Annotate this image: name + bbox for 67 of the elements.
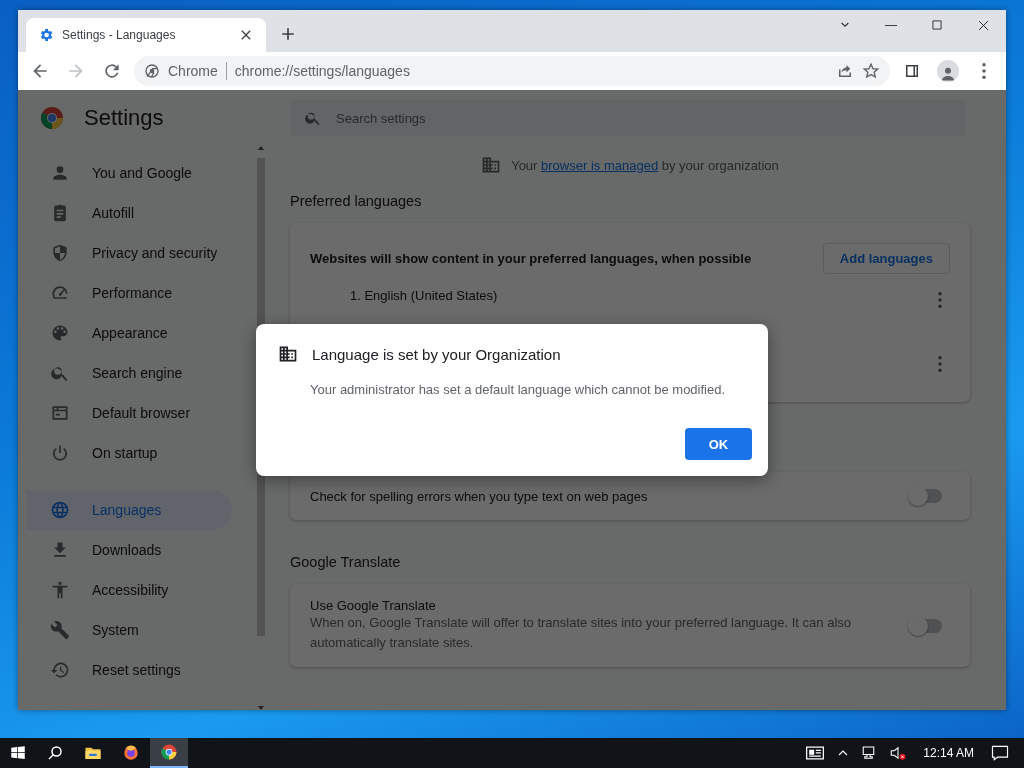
translate-title: Use Google Translate — [310, 598, 437, 613]
chrome-logo-icon — [40, 106, 64, 130]
language-item: 1. English (United States) — [350, 288, 498, 303]
shield-icon — [50, 243, 70, 263]
reload-icon — [102, 61, 122, 81]
more-vert-icon[interactable] — [982, 63, 986, 79]
managed-link[interactable]: browser is managed — [541, 157, 659, 173]
add-languages-button[interactable]: Add languages — [822, 243, 950, 274]
chrome-label: Chrome — [168, 63, 218, 79]
history-icon — [50, 660, 70, 680]
sidebar-item[interactable]: Default browser — [26, 393, 232, 433]
avatar-icon[interactable] — [937, 60, 959, 82]
search-field[interactable]: Search settings — [290, 100, 966, 136]
sidebar-item[interactable]: Accessibility — [26, 570, 232, 610]
scroll-up-arrow-icon[interactable] — [258, 146, 264, 150]
url-text: chrome://settings/languages — [234, 63, 411, 79]
sidebar-item[interactable]: Languages — [26, 490, 232, 530]
taskbar-app[interactable] — [150, 738, 188, 768]
dialog-message: Your administrator has set a default language which cannot be modified. — [310, 382, 727, 397]
clock: 12:14 AM — [923, 746, 974, 760]
more-vert-icon[interactable] — [938, 292, 942, 308]
scroll-down-arrow-icon[interactable] — [258, 706, 264, 710]
windows-logo-icon — [9, 744, 27, 762]
toggle-switch[interactable] — [910, 489, 942, 503]
managed-notice: Your browser is managed by your organization — [511, 157, 779, 173]
browser-tab[interactable]: Settings - Languages — [26, 18, 266, 52]
power-icon — [50, 443, 70, 463]
browser-window-icon — [50, 403, 70, 423]
sidebar-item[interactable]: System — [26, 610, 232, 650]
sidebar-item[interactable]: You and Google — [26, 153, 232, 193]
fox-globe-icon — [122, 744, 140, 762]
star-icon — [862, 62, 880, 80]
section-heading: Preferred languages — [290, 193, 423, 209]
search-icon — [46, 744, 64, 762]
wrench-icon — [50, 620, 70, 640]
sidebar-item[interactable]: Performance — [26, 273, 232, 313]
more-vert-icon[interactable] — [938, 356, 942, 372]
chrome-logo-icon — [144, 63, 160, 79]
sidebar-item[interactable]: Appearance — [26, 313, 232, 353]
sidebar-item[interactable]: Autofill — [26, 193, 232, 233]
maximize-icon — [930, 18, 944, 32]
minimize-icon[interactable] — [885, 24, 897, 26]
side-panel-icon — [903, 62, 921, 80]
person-icon — [50, 163, 70, 183]
section-heading: Google Translate — [290, 554, 402, 570]
sidebar-item[interactable]: Reset settings — [26, 650, 232, 690]
building-icon — [278, 344, 298, 364]
globe-icon — [50, 500, 70, 520]
translate-description: When on, Google Translate will offer to translate sites into your preferred language. It can also automatically translate sites. — [310, 614, 852, 652]
sidebar-item[interactable]: Privacy and security — [26, 233, 232, 273]
toggle-switch[interactable] — [910, 618, 942, 633]
sidebar-item[interactable]: On startup — [26, 433, 232, 473]
accessibility-icon — [50, 580, 70, 600]
notification-icon — [990, 743, 1010, 763]
sidebar-item[interactable]: Search engine — [26, 353, 232, 393]
palette-icon — [50, 323, 70, 343]
settings-title: Settings — [84, 105, 164, 131]
building-icon — [481, 155, 502, 175]
muted-speaker-icon — [889, 744, 908, 762]
ok-button[interactable]: OK — [685, 428, 752, 460]
sidebar-item[interactable]: Downloads — [26, 530, 232, 570]
dialog-title: Language is set by your Organization — [312, 345, 561, 363]
spell-check-label: Check for spelling errors when you type text on web pages — [310, 488, 648, 504]
chrome-logo-icon — [160, 743, 178, 761]
languages-description: Websites will show content in your preferred languages, when possible — [310, 251, 752, 266]
gear-icon — [38, 27, 54, 43]
address-bar[interactable]: Chrome chrome://settings/languages — [134, 56, 890, 86]
